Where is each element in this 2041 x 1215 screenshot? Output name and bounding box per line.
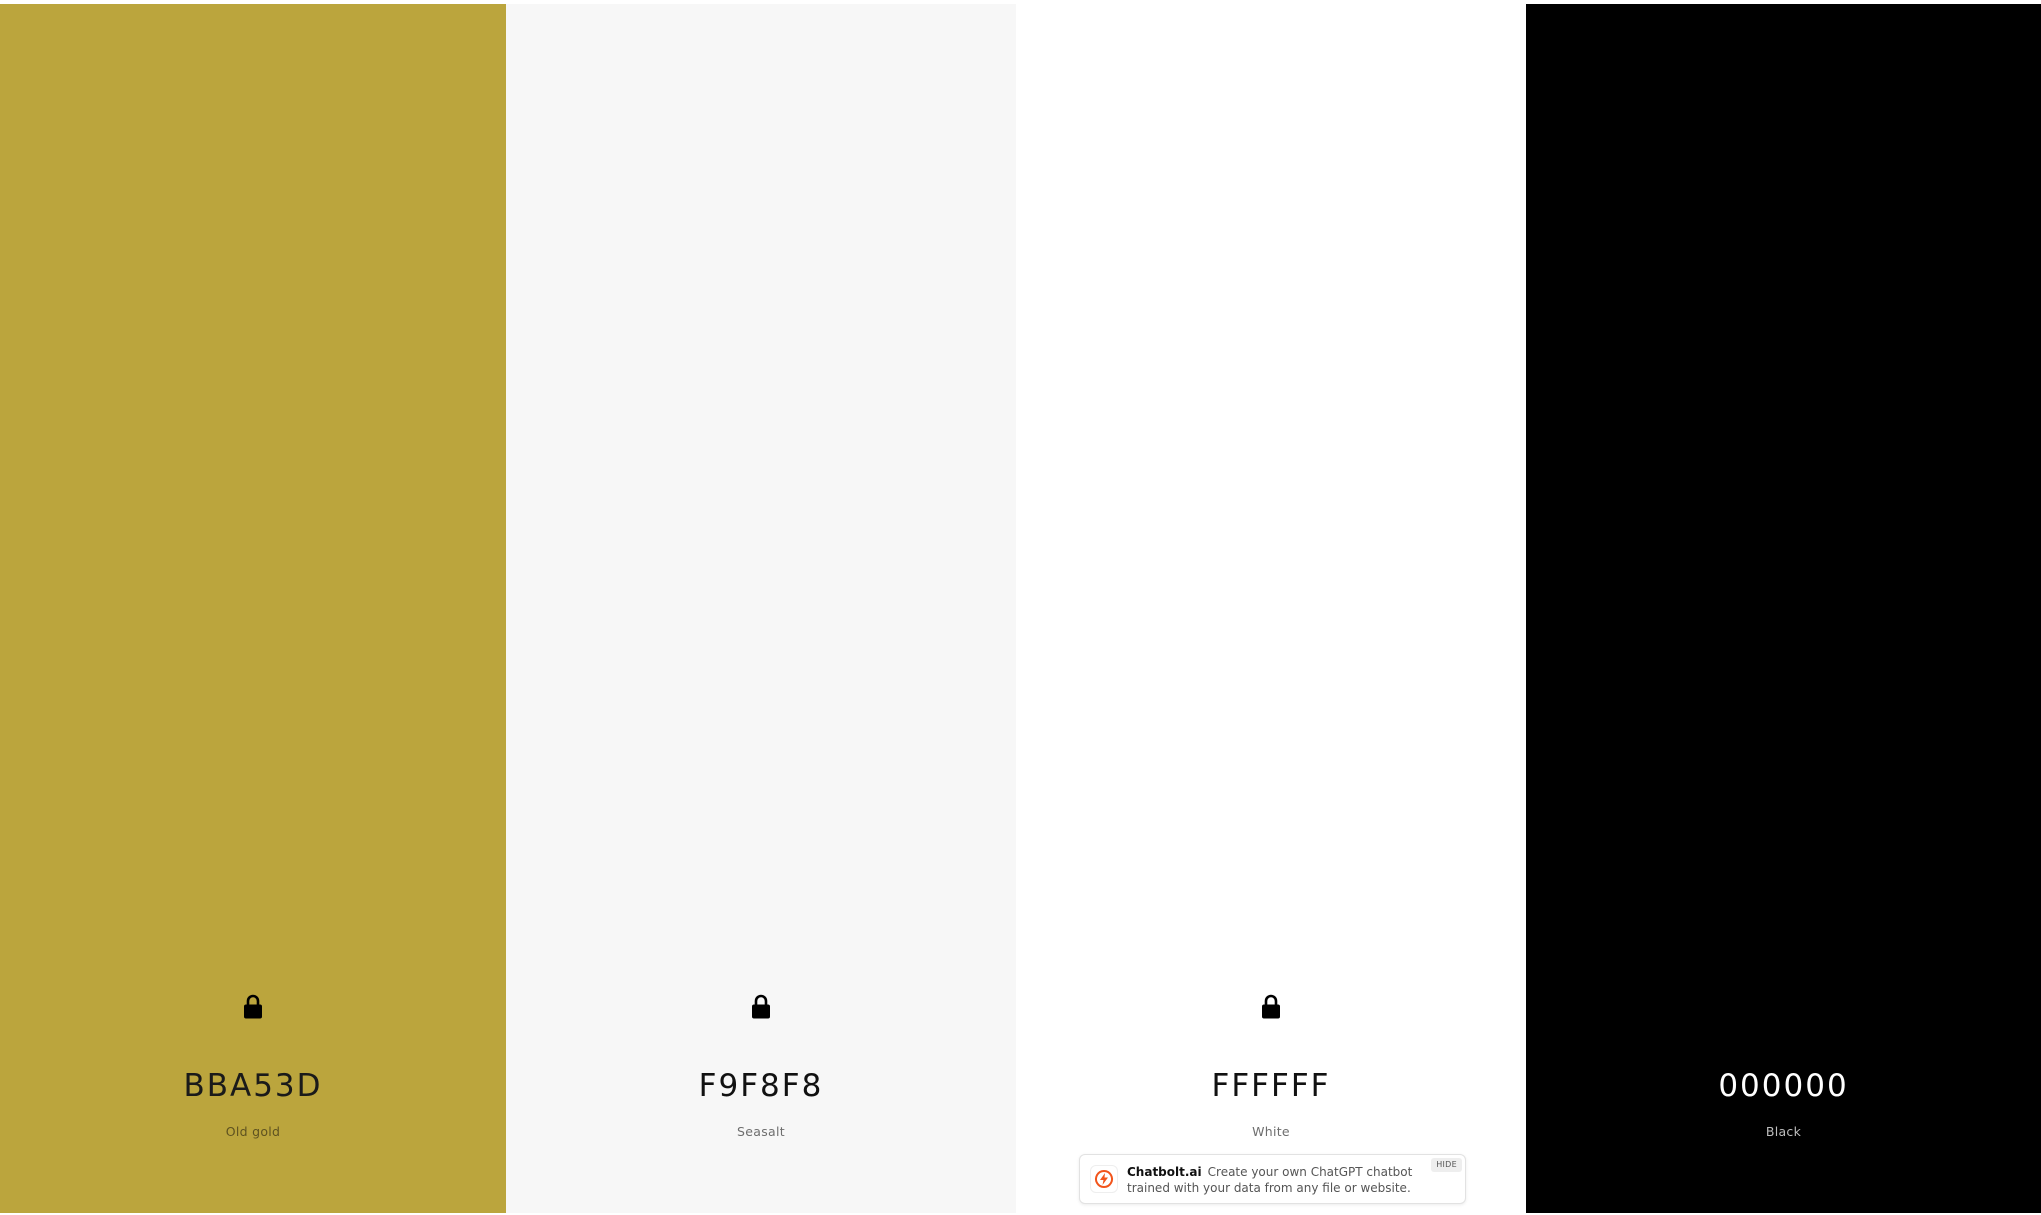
lock-placeholder (1773, 994, 1795, 1020)
swatch-info: FFFFFF White (1016, 994, 1526, 1140)
swatch-info: BBA53D Old gold (0, 994, 506, 1140)
ad-copy[interactable]: Chatbolt.ai Create your own ChatGPT chatb… (1127, 1164, 1417, 1196)
ad-brand[interactable]: Chatbolt.ai (1127, 1165, 1202, 1179)
bolt-chat-icon (1090, 1165, 1118, 1193)
swatch-info: F9F8F8 Seasalt (506, 994, 1016, 1140)
color-name: White (1252, 1124, 1290, 1139)
color-swatch-white[interactable]: FFFFFF White (1016, 4, 1526, 1213)
color-name: Black (1765, 1124, 1802, 1139)
sponsored-ad[interactable]: Chatbolt.ai Create your own ChatGPT chatb… (1079, 1154, 1466, 1204)
color-swatch-old-gold[interactable]: BBA53D Old gold (0, 4, 506, 1213)
lock-icon[interactable] (242, 994, 264, 1020)
lock-icon[interactable] (1260, 994, 1282, 1020)
hex-code[interactable]: FFFFFF (1212, 1068, 1331, 1104)
lock-icon[interactable] (750, 994, 772, 1020)
hex-code[interactable]: F9F8F8 (699, 1068, 824, 1104)
color-swatch-black[interactable]: 000000 Black (1526, 4, 2041, 1213)
color-name: Old gold (225, 1124, 281, 1139)
hide-ad-button[interactable]: HIDE (1431, 1158, 1462, 1172)
swatch-info: 000000 Black (1526, 994, 2041, 1140)
color-swatch-seasalt[interactable]: F9F8F8 Seasalt (506, 4, 1016, 1213)
hex-code[interactable]: BBA53D (183, 1068, 322, 1104)
hex-code[interactable]: 000000 (1718, 1068, 1848, 1104)
color-name: Seasalt (737, 1124, 785, 1139)
color-palette: BBA53D Old gold F9F8F8 Seasalt FFFFFF Wh… (0, 4, 2041, 1213)
